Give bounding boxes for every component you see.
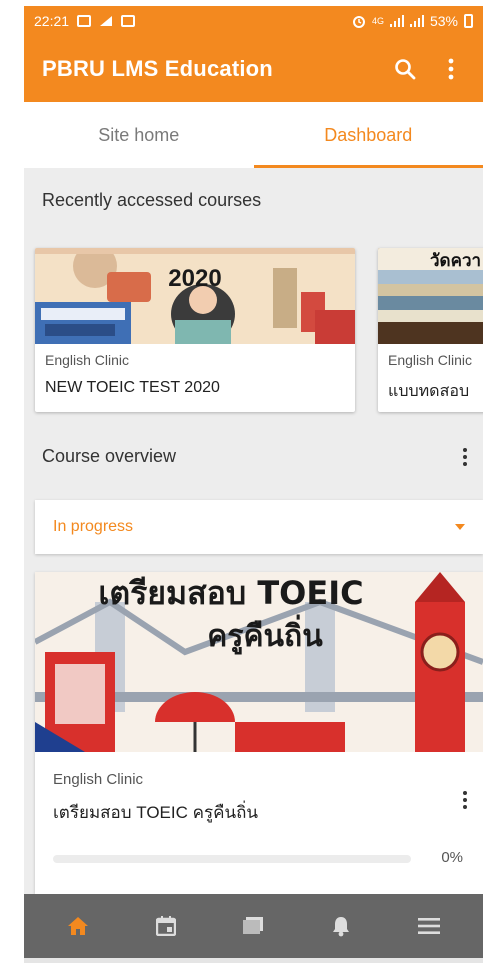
course-name: NEW TOEIC TEST 2020 xyxy=(45,379,220,396)
course-category: English Clinic xyxy=(45,352,130,368)
status-bar: 22:21 4G 53% xyxy=(24,6,483,36)
course-image-text: ครูคืนถิ่น xyxy=(207,614,323,655)
signal-icon xyxy=(389,15,404,27)
gallery-icon xyxy=(77,15,92,27)
course-overview-header: Course overview xyxy=(24,424,483,490)
system-bar-strip xyxy=(24,958,483,963)
bell-icon xyxy=(333,917,350,937)
status-time: 22:21 xyxy=(34,13,70,29)
nav-home[interactable] xyxy=(58,906,98,946)
more-vert-icon xyxy=(448,58,454,80)
wifi-call-icon xyxy=(100,16,113,26)
nav-more[interactable] xyxy=(409,906,449,946)
app-title: PBRU LMS Education xyxy=(42,56,273,81)
battery-percent: 53% xyxy=(429,13,458,29)
nav-messages[interactable] xyxy=(233,906,273,946)
course-image-text: เตรียมสอบ TOEIC xyxy=(98,574,363,612)
search-icon xyxy=(395,59,416,80)
tab-dashboard[interactable]: Dashboard xyxy=(253,102,483,168)
tab-bar: Site home Dashboard xyxy=(24,102,483,168)
course-progress-bar xyxy=(53,855,411,863)
more-options-button[interactable] xyxy=(437,55,465,83)
app-bar: PBRU LMS Education xyxy=(24,36,483,102)
course-overview-card[interactable]: เตรียมสอบ TOEIC ครูคืนถิ่น English Clini… xyxy=(35,572,483,894)
battery-icon xyxy=(464,14,473,28)
network-type: 4G xyxy=(371,16,384,26)
home-icon xyxy=(67,917,88,935)
course-category: English Clinic xyxy=(53,771,144,788)
course-overview-title: Course overview xyxy=(42,446,177,466)
course-image-text: 2020 xyxy=(168,265,221,292)
recent-course-card[interactable]: วัดควา English Clinic แบบทดสอบ xyxy=(378,248,483,412)
course-name: แบบทดสอบ xyxy=(388,383,470,400)
filter-value: In progress xyxy=(53,518,134,535)
course-name: เตรียมสอบ TOEIC ครูคืนถิ่น xyxy=(53,803,259,822)
chevron-down-icon xyxy=(455,524,465,530)
course-category: English Clinic xyxy=(388,352,473,368)
nav-notifications[interactable] xyxy=(321,906,361,946)
bottom-navigation xyxy=(24,894,483,958)
recent-course-card[interactable]: 2020 English Clinic NEW TOEIC TEST 2020 xyxy=(35,248,355,412)
overview-options-button[interactable] xyxy=(455,445,475,469)
nav-calendar[interactable] xyxy=(146,906,186,946)
course-image: วัดควา xyxy=(378,248,483,344)
course-image: เตรียมสอบ TOEIC ครูคืนถิ่น xyxy=(35,572,483,752)
course-image: 2020 xyxy=(35,248,355,344)
alarm-icon xyxy=(352,16,365,28)
course-filter-select[interactable]: In progress xyxy=(35,500,483,554)
course-options-button[interactable] xyxy=(455,788,475,812)
recent-courses-title: Recently accessed courses xyxy=(42,190,262,210)
menu-icon xyxy=(418,918,441,934)
progress-label: 0% xyxy=(441,849,463,866)
messages-icon xyxy=(243,917,264,934)
signal-2-icon xyxy=(409,15,424,27)
calendar-icon xyxy=(155,916,176,936)
recent-courses-section: Recently accessed courses 2020 English C… xyxy=(24,168,483,414)
notification-icon xyxy=(121,15,136,27)
tab-site-home[interactable]: Site home xyxy=(24,102,254,168)
course-image-text: วัดควา xyxy=(430,251,481,271)
phone-screen: 22:21 4G 53% PBRU LMS Education Site hom… xyxy=(24,6,483,963)
search-button[interactable] xyxy=(391,55,419,83)
